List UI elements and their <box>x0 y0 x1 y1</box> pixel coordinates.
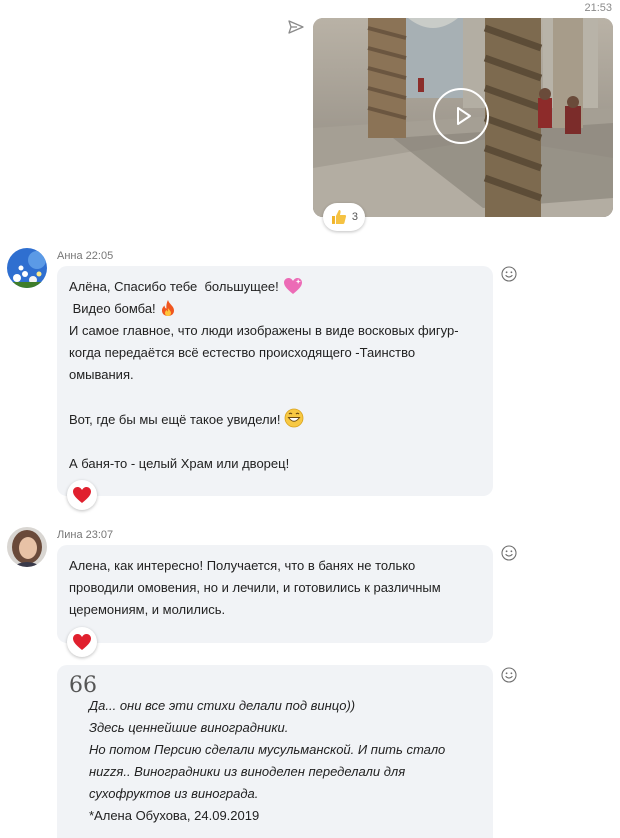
quote-mark-icon: 66 <box>69 673 97 698</box>
add-reaction-smiley-icon[interactable] <box>501 667 517 683</box>
message-time: 21:53 <box>584 2 612 14</box>
message-line: И самое главное, что люди изображены в в… <box>69 323 459 338</box>
message-line: когда передаётся всё естество происходящ… <box>69 345 416 360</box>
message-time: 23:07 <box>85 529 114 541</box>
quote-line: сухофруктов из винограда. <box>89 786 259 801</box>
message-line: Алена, как интересно! Получается, что в … <box>69 558 416 573</box>
play-icon <box>457 107 471 125</box>
message-line: А баня-то - целый Храм или дворец! <box>69 456 290 471</box>
heart-icon <box>73 634 91 650</box>
message-time: 22:05 <box>85 250 114 262</box>
sender-name: Лина <box>57 529 83 541</box>
message-bubble[interactable]: Алена, как интересно! Получается, что в … <box>57 545 493 643</box>
reaction-heart[interactable] <box>67 627 97 657</box>
sparkling-heart-icon <box>283 278 302 294</box>
message-line: Видео бомба! <box>69 298 481 320</box>
sender-info: Анна 22:05 <box>57 250 113 262</box>
thumbs-up-icon <box>331 210 347 224</box>
chat-conversation: 21:53 3 Анна 22:05 Алёна, Спасибо тебе б… <box>0 0 620 838</box>
avatar[interactable] <box>7 248 47 288</box>
message-line: церемониям, и молились. <box>69 602 226 617</box>
sender-name: Анна <box>57 250 83 262</box>
message-line: проводили омовения, но и лечили, и готов… <box>69 580 441 595</box>
quote-author: *Алена Обухова, 24.09.2019 <box>89 808 260 823</box>
avatar[interactable] <box>7 527 47 567</box>
add-reaction-smiley-icon[interactable] <box>501 266 517 282</box>
add-reaction-smiley-icon[interactable] <box>501 545 517 561</box>
sender-info: Лина 23:07 <box>57 529 113 541</box>
message-line <box>69 431 481 453</box>
reaction-heart[interactable] <box>67 480 97 510</box>
quote-line: Да... они все эти стихи делали под винцо… <box>89 698 356 713</box>
quote-line: ниzzя.. Виноградники из виноделен переде… <box>89 764 406 779</box>
quote-line: Здесь ценнейшие виноградники. <box>89 720 289 735</box>
reaction-thumbs-up[interactable]: 3 <box>323 203 365 231</box>
grinning-face-icon <box>285 408 304 428</box>
video-thumbnail[interactable] <box>313 18 613 217</box>
heart-icon <box>73 487 91 503</box>
quote-line: Но потом Персию сделали мусульманской. И… <box>89 742 446 757</box>
message-line: Вот, где бы мы ещё такое увидели! <box>69 408 481 431</box>
message-line: Алёна, Спасибо тебе большущее! <box>69 276 481 298</box>
quote-text: Да... они все эти стихи делали под винцо… <box>89 695 489 805</box>
message-line: омывания. <box>69 367 134 382</box>
sent-status-icon <box>288 20 304 34</box>
reaction-count: 3 <box>351 211 358 223</box>
avatar-image-flowers <box>7 248 47 288</box>
message-line <box>69 386 481 408</box>
avatar-image-woman <box>7 527 47 567</box>
play-button[interactable] <box>433 88 489 144</box>
message-bubble[interactable]: Алёна, Спасибо тебе большущее! Видео бом… <box>57 266 493 496</box>
fire-icon <box>161 300 174 316</box>
